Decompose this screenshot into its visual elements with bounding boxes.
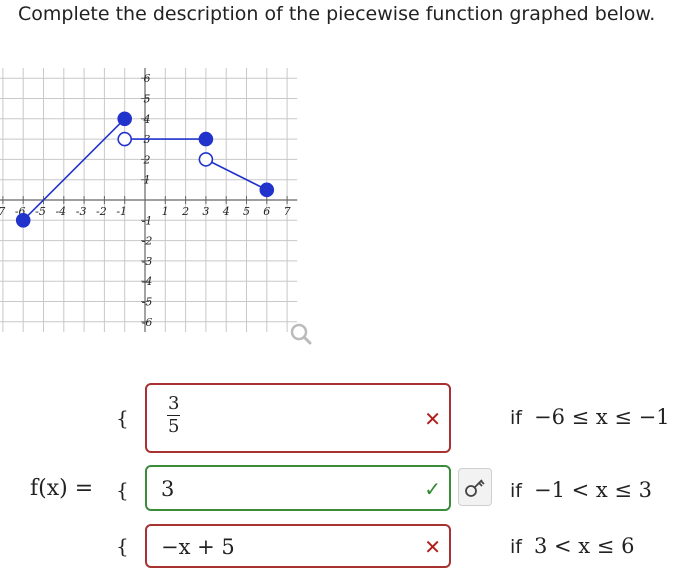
x-tick-label: 3 [202, 205, 209, 218]
y-tick-label: -6 [142, 316, 153, 329]
incorrect-x-icon: ✕ [424, 407, 441, 431]
piece-2-condition: if −1 < x ≤ 3 [510, 478, 652, 502]
key-icon [465, 479, 485, 497]
y-tick-label: 2 [143, 153, 151, 166]
x-tick-label: -2 [96, 205, 107, 218]
piece-3-condition-text: 3 < x ≤ 6 [533, 534, 635, 558]
piece-3-condition: if 3 < x ≤ 6 [510, 534, 634, 558]
open-endpoint [117, 131, 132, 147]
piece-1-answer-field[interactable]: 3 5 ✕ [145, 383, 451, 453]
y-tick-label: 4 [143, 113, 151, 126]
y-tick-label: -5 [142, 296, 153, 309]
piece-1-denominator: 5 [168, 416, 180, 437]
x-tick-label: -3 [76, 205, 87, 218]
correct-check-icon: ✓ [424, 477, 441, 501]
x-tick-label: 7 [284, 205, 291, 218]
piecewise-graph: -7-6-5-4-3-2-11234567654321-1-2-3-4-5-6 [0, 68, 312, 345]
x-tick-label: 6 [263, 205, 270, 218]
piece-3-answer-field[interactable]: −x + 5 ✕ [145, 524, 451, 568]
y-tick-label: 1 [144, 174, 151, 187]
closed-endpoint [259, 182, 275, 198]
x-tick-label: -7 [0, 205, 5, 218]
piece-1-condition-text: −6 ≤ x ≤ −1 [533, 405, 670, 429]
y-tick-label: -1 [142, 214, 153, 227]
open-endpoint [198, 152, 214, 167]
piece-3-answer: −x + 5 [161, 535, 235, 559]
brace-2: { [116, 478, 129, 502]
y-tick-label: -4 [142, 275, 153, 288]
piece-2-answer-field[interactable]: 3 ✓ [145, 465, 451, 511]
answer-key-button[interactable] [458, 468, 492, 506]
magnifier-icon[interactable] [290, 323, 312, 345]
x-tick-label: -1 [116, 205, 127, 218]
brace-3: { [116, 534, 129, 558]
x-tick-label: 5 [243, 205, 250, 218]
piece-2-condition-text: −1 < x ≤ 3 [533, 478, 653, 502]
brace-1: { [116, 406, 129, 430]
x-tick-label: 4 [222, 205, 230, 218]
incorrect-x-icon: ✕ [424, 535, 441, 559]
piece-1-numerator: 3 [167, 393, 181, 416]
piece-1-fraction: 3 5 [167, 393, 181, 438]
closed-endpoint [117, 111, 132, 127]
graph-segment-3 [205, 158, 268, 191]
piece-1-if: if [510, 407, 522, 429]
piece-3-if: if [510, 536, 522, 558]
graph-segment-1 [22, 118, 126, 221]
x-tick-label: 1 [162, 205, 169, 218]
function-label: f(x) = [30, 476, 94, 501]
piece-1-condition: if −6 ≤ x ≤ −1 [510, 405, 670, 429]
x-tick-label: -4 [55, 205, 66, 218]
y-tick-label: -2 [142, 235, 153, 248]
closed-endpoint [198, 131, 214, 147]
y-tick-label: -3 [142, 255, 153, 268]
y-tick-label: 5 [144, 93, 151, 106]
piece-2-if: if [510, 480, 522, 502]
piece-2-answer: 3 [161, 477, 175, 501]
closed-endpoint [15, 213, 31, 228]
y-tick-label: 6 [144, 72, 151, 85]
x-tick-label: 2 [181, 205, 189, 218]
